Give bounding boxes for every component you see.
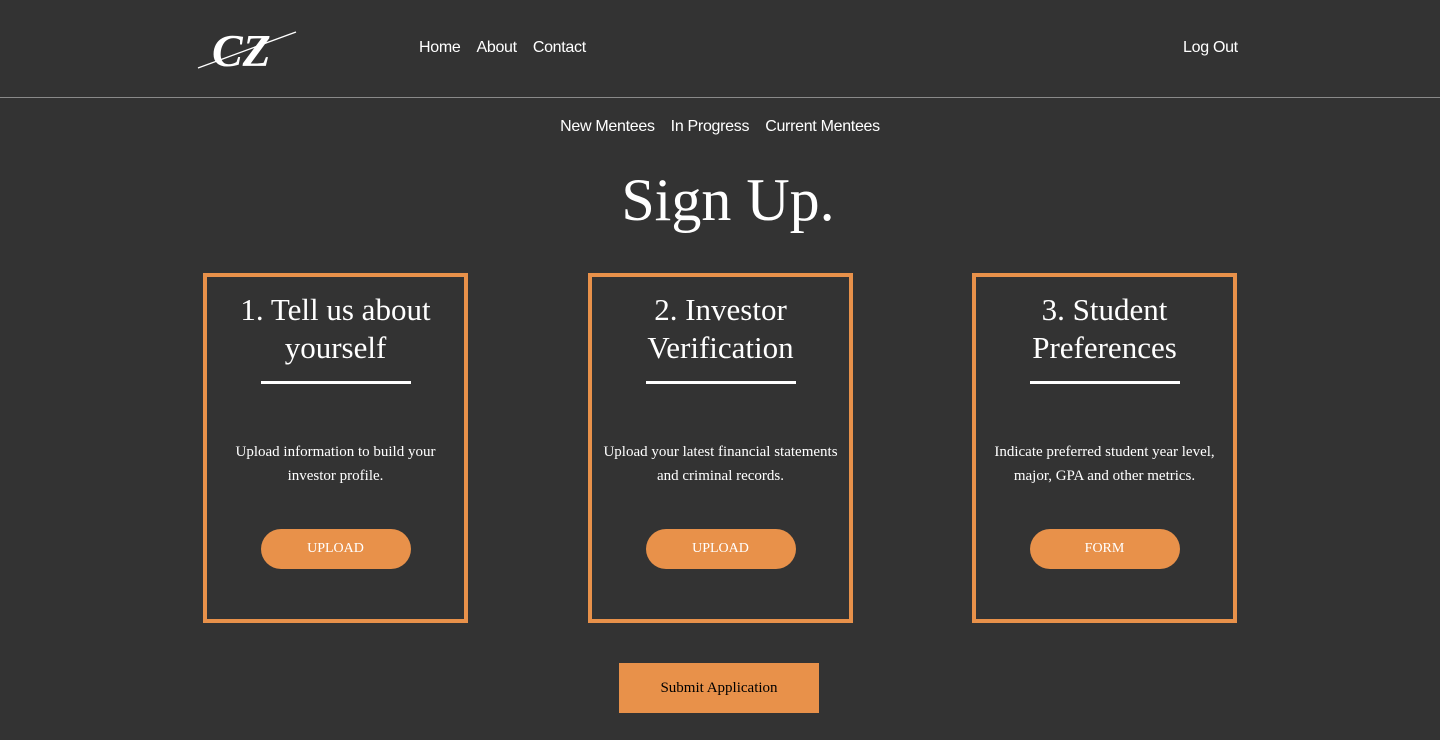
subnav-new-mentees-link[interactable]: New Mentees (560, 118, 655, 136)
nav-contact-link[interactable]: Contact (533, 39, 586, 57)
card-title: 2. Investor Verification (647, 292, 794, 365)
step-card-profile: 1. Tell us about yourself Upload informa… (203, 273, 468, 623)
card-title: 3. Student Preferences (1032, 292, 1177, 365)
card-description: Upload information to build your investo… (235, 444, 436, 484)
main-nav: Home About Contact (419, 39, 586, 57)
card-description: Upload your latest financial statements … (603, 444, 838, 484)
subnav-current-mentees-link[interactable]: Current Mentees (765, 118, 880, 136)
logout-link[interactable]: Log Out (1183, 39, 1238, 57)
verification-upload-button[interactable]: UPLOAD (645, 529, 796, 569)
step-card-preferences: 3. Student Preferences Indicate preferre… (972, 273, 1237, 623)
cz-logo-icon: CZ (197, 26, 297, 72)
nav-about-link[interactable]: About (476, 39, 517, 57)
submit-application-button[interactable]: Submit Application (619, 663, 819, 713)
profile-upload-button[interactable]: UPLOAD (260, 529, 411, 569)
mentees-subnav: New Mentees In Progress Current Mentees (0, 118, 1440, 136)
card-divider (1029, 381, 1180, 384)
card-title: 1. Tell us about yourself (240, 292, 431, 365)
subnav-in-progress-link[interactable]: In Progress (671, 118, 750, 136)
preferences-form-button[interactable]: FORM (1029, 529, 1180, 569)
page-title: Sign Up. (621, 167, 835, 233)
card-description: Indicate preferred student year level, m… (994, 444, 1215, 484)
logo-text: CZ (212, 26, 271, 72)
nav-home-link[interactable]: Home (419, 39, 461, 57)
top-navigation-bar: CZ Home About Contact Log Out (0, 0, 1440, 98)
step-card-verification: 2. Investor Verification Upload your lat… (588, 273, 853, 623)
card-divider (645, 381, 796, 384)
card-divider (260, 381, 411, 384)
cz-logo[interactable]: CZ (196, 26, 300, 72)
